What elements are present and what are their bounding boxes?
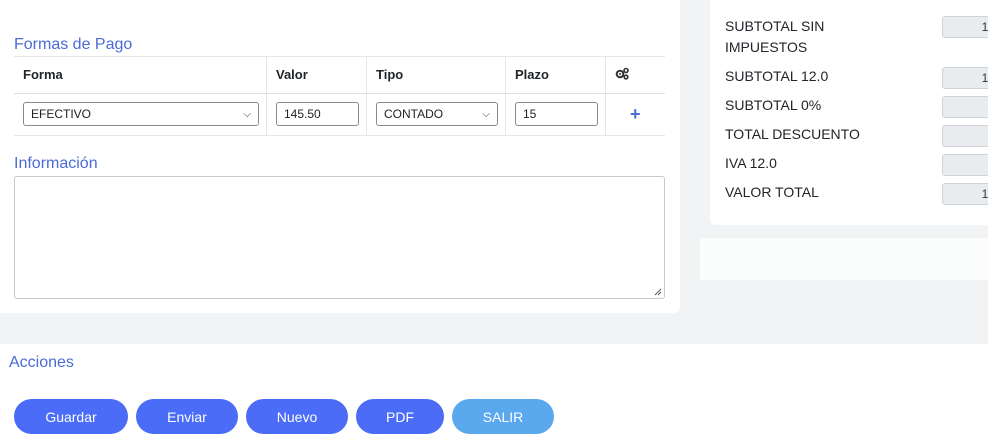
total-label: VALOR TOTAL bbox=[725, 184, 819, 200]
totals-panel: SUBTOTAL SIN IMPUESTOS 12 SUBTOTAL 12.0 … bbox=[710, 0, 988, 225]
actions-panel: Acciones Guardar Enviar Nuevo PDF SALIR bbox=[0, 344, 988, 444]
total-label: TOTAL DESCUENTO bbox=[725, 126, 860, 142]
table-header: Forma Valor Tipo Plazo bbox=[14, 57, 665, 94]
acciones-title: Acciones bbox=[9, 354, 74, 371]
total-label: SUBTOTAL 0% bbox=[725, 97, 822, 113]
plus-icon[interactable]: + bbox=[630, 104, 641, 125]
plazo-input[interactable]: 15 bbox=[515, 102, 598, 126]
payment-panel: Formas de Pago Forma Valor Tipo Plazo EF… bbox=[0, 0, 680, 313]
table-row: EFECTIVO ⌵ 145.50 CONTADO ⌵ 15 + bbox=[14, 94, 665, 136]
blank-area bbox=[700, 238, 988, 280]
total-value[interactable] bbox=[942, 125, 988, 147]
total-value[interactable]: 12 bbox=[942, 16, 988, 38]
total-value[interactable]: 14 bbox=[942, 183, 988, 205]
forma-select-value: EFECTIVO bbox=[31, 107, 92, 121]
tipo-select-value: CONTADO bbox=[384, 107, 444, 121]
gears-icon[interactable] bbox=[615, 67, 629, 80]
chevron-down-icon: ⌵ bbox=[243, 108, 251, 120]
total-value[interactable]: 12 bbox=[942, 67, 988, 89]
chevron-down-icon: ⌵ bbox=[482, 108, 490, 120]
informacion-title: Información bbox=[14, 155, 98, 172]
salir-button[interactable]: SALIR bbox=[452, 399, 554, 434]
informacion-textarea[interactable] bbox=[14, 176, 665, 299]
total-label: IVA 12.0 bbox=[725, 155, 777, 171]
total-value[interactable] bbox=[942, 96, 988, 118]
header-plazo: Plazo bbox=[515, 67, 549, 82]
payment-table: Forma Valor Tipo Plazo EFECTIVO ⌵ 145.50… bbox=[14, 56, 665, 136]
total-value[interactable]: 1 bbox=[942, 154, 988, 176]
total-label: SUBTOTAL 12.0 bbox=[725, 68, 829, 84]
guardar-button[interactable]: Guardar bbox=[14, 399, 128, 434]
enviar-button[interactable]: Enviar bbox=[136, 399, 238, 434]
header-valor: Valor bbox=[276, 67, 308, 82]
header-tipo: Tipo bbox=[376, 67, 404, 82]
forma-select[interactable]: EFECTIVO ⌵ bbox=[23, 102, 259, 126]
pdf-button[interactable]: PDF bbox=[356, 399, 444, 434]
total-label: SUBTOTAL SIN IMPUESTOS bbox=[725, 18, 825, 55]
nuevo-button[interactable]: Nuevo bbox=[246, 399, 348, 434]
header-forma: Forma bbox=[23, 67, 63, 82]
formas-de-pago-title: Formas de Pago bbox=[14, 36, 133, 53]
valor-input[interactable]: 145.50 bbox=[276, 102, 359, 126]
resize-handle-icon[interactable] bbox=[654, 288, 662, 296]
tipo-select[interactable]: CONTADO ⌵ bbox=[376, 102, 498, 126]
